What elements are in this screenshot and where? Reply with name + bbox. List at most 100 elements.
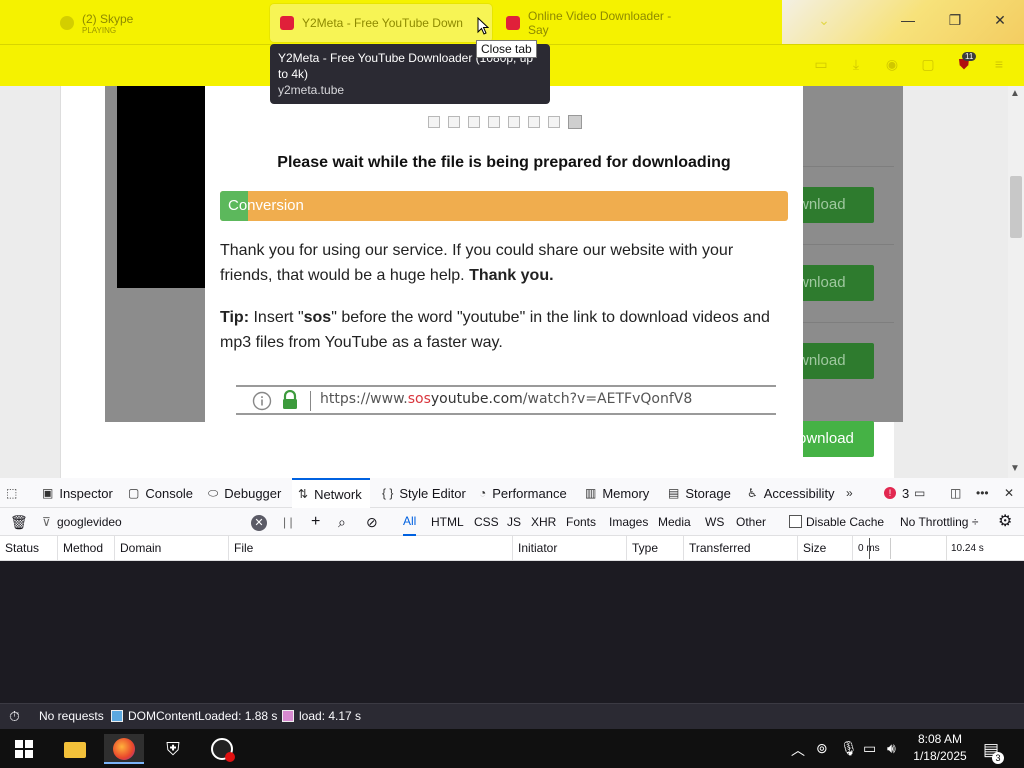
filter-js[interactable]: JS (507, 508, 521, 536)
search-icon[interactable]: ⌕ (338, 508, 346, 536)
url-filter-input[interactable]: googlevideo (57, 508, 247, 536)
error-count-label: 3 (902, 485, 910, 501)
dom-loaded-label: DOMContentLoaded: 1.88 s (128, 709, 278, 723)
filter-other[interactable]: Other (736, 508, 766, 536)
filter-css[interactable]: CSS (474, 508, 499, 536)
tab-performance[interactable]: ◔ Performance (479, 478, 567, 508)
throttling-select[interactable]: No Throttling ÷ (900, 508, 978, 536)
dock-icon[interactable]: ◫ (950, 478, 961, 508)
security-shield-icon[interactable]: ⛨ (153, 734, 193, 764)
lock-icon (283, 390, 297, 409)
split-console-icon[interactable]: ▭ (914, 478, 925, 508)
column-transferred[interactable]: Transferred (683, 536, 797, 561)
filter-images[interactable]: Images (609, 508, 648, 536)
block-icon[interactable]: ⊘ (366, 508, 378, 536)
url-prefix: https://www. (320, 391, 408, 407)
close-devtools-icon[interactable]: ✕ (1004, 478, 1014, 508)
app-clock-icon[interactable] (202, 734, 242, 764)
volume-icon[interactable]: 🔊︎ (887, 740, 896, 757)
step-dot (508, 116, 520, 128)
scroll-up-icon[interactable]: ▲ (1010, 88, 1020, 99)
column-type[interactable]: Type (626, 536, 683, 561)
tab-subtitle: PLAYING (82, 25, 117, 35)
tip-label: Tip: (220, 309, 250, 326)
error-count[interactable]: ! 3 (884, 478, 909, 508)
filter-html[interactable]: HTML (431, 508, 464, 536)
tab-accessibility[interactable]: ♿︎ Accessibility (747, 478, 835, 508)
dom-content-loaded: DOMContentLoaded: 1.88 s (111, 703, 277, 729)
file-explorer-icon[interactable] (55, 734, 95, 764)
wait-message: Please wait while the file is being prep… (277, 154, 731, 171)
restore-button[interactable]: ❐ (943, 12, 967, 32)
camera-icon[interactable]: ⊚ (816, 740, 828, 757)
storage-icon: ▤ (668, 486, 680, 500)
mouse-cursor-icon (477, 17, 489, 35)
debugger-icon: ⬭ (208, 485, 219, 500)
step-dot (448, 116, 460, 128)
tab-console[interactable]: ▢ Console (128, 478, 193, 508)
column-method[interactable]: Method (57, 536, 114, 561)
tab-label: Inspector (59, 485, 113, 501)
tab-online-video-downloader[interactable]: Online Video Downloader - Say (496, 4, 696, 42)
tab-memory[interactable]: ▥ Memory (585, 478, 649, 508)
ublock-badge: 11 (962, 52, 977, 61)
more-options-icon[interactable]: ••• (976, 478, 989, 508)
menu-icon[interactable]: ≡ (990, 56, 1008, 74)
filter-ws[interactable]: WS (705, 508, 724, 536)
filter-media[interactable]: Media (658, 508, 691, 536)
show-hidden-icons-chevron-icon[interactable]: ︿ (791, 740, 805, 760)
tab-label: Style Editor (399, 485, 466, 501)
tip-text: Insert " (249, 309, 304, 326)
url-sos: sos (407, 391, 431, 407)
waterfall-marker (890, 538, 891, 559)
tab-inspector[interactable]: ▣ Inspector (42, 478, 113, 508)
waterfall-marker (869, 538, 870, 559)
trash-icon[interactable]: 🗑︎ (10, 508, 28, 536)
filter-all[interactable]: All (403, 508, 417, 536)
tab-label: Console (145, 485, 194, 501)
tab-skype-text: (2) Skype PLAYING (82, 12, 133, 35)
step-dot (488, 116, 500, 128)
more-tabs-chevron-icon[interactable]: » (846, 478, 853, 508)
tip-sos: sos (303, 309, 332, 326)
scrollbar-thumb[interactable] (1010, 176, 1022, 238)
settings-gear-icon[interactable]: ⚙ (998, 508, 1012, 536)
minimize-button[interactable]: — (896, 12, 920, 32)
error-icon: ! (884, 487, 896, 499)
tab-debugger[interactable]: ⬭ Debugger (208, 478, 281, 508)
clear-filter-icon[interactable]: ✕ (251, 508, 267, 536)
tab-style-editor[interactable]: { } Style Editor (382, 478, 466, 508)
filter-xhr[interactable]: XHR (531, 508, 556, 536)
column-status[interactable]: Status (0, 536, 57, 561)
extensions-icon[interactable]: ▢ (919, 56, 937, 74)
tab-network[interactable]: ⇅ Network (292, 478, 370, 508)
column-file[interactable]: File (228, 536, 512, 561)
disable-cache-checkbox[interactable]: Disable Cache (789, 508, 884, 536)
tab-skype[interactable]: (2) Skype PLAYING (50, 4, 260, 42)
info-icon (252, 391, 272, 411)
add-icon[interactable]: + (311, 508, 320, 536)
filter-fonts[interactable]: Fonts (566, 508, 596, 536)
tab-list-chevron-icon[interactable]: ⌄ (812, 12, 836, 32)
column-size[interactable]: Size (797, 536, 852, 561)
microphone-icon[interactable]: 🎙︎ (840, 740, 858, 757)
firefox-icon[interactable] (104, 734, 144, 764)
column-initiator[interactable]: Initiator (512, 536, 626, 561)
downloads-icon[interactable]: ⤓ (847, 56, 865, 74)
close-window-button[interactable]: ✕ (988, 12, 1012, 32)
column-waterfall[interactable]: 0 ms (852, 536, 1024, 561)
element-picker-icon[interactable]: ⬚ (6, 478, 17, 508)
tab-label: Network (314, 486, 362, 502)
network-tray-icon[interactable]: ▭ (863, 740, 876, 757)
tab-y2meta[interactable]: Y2Meta - Free YouTube Down (270, 4, 492, 42)
sidebar-icon[interactable]: ▭ (812, 56, 830, 74)
column-domain[interactable]: Domain (114, 536, 228, 561)
tab-storage[interactable]: ▤ Storage (668, 478, 731, 508)
system-clock[interactable]: 8:08 AM 1/18/2025 (912, 731, 968, 765)
page-scrollbar[interactable] (1008, 86, 1024, 478)
account-icon[interactable]: ◉ (883, 56, 901, 74)
windows-start-icon[interactable] (15, 740, 33, 758)
braces-icon: { } (382, 486, 394, 500)
scroll-down-icon[interactable]: ▼ (1010, 463, 1020, 474)
pause-icon[interactable]: | | (283, 508, 293, 536)
